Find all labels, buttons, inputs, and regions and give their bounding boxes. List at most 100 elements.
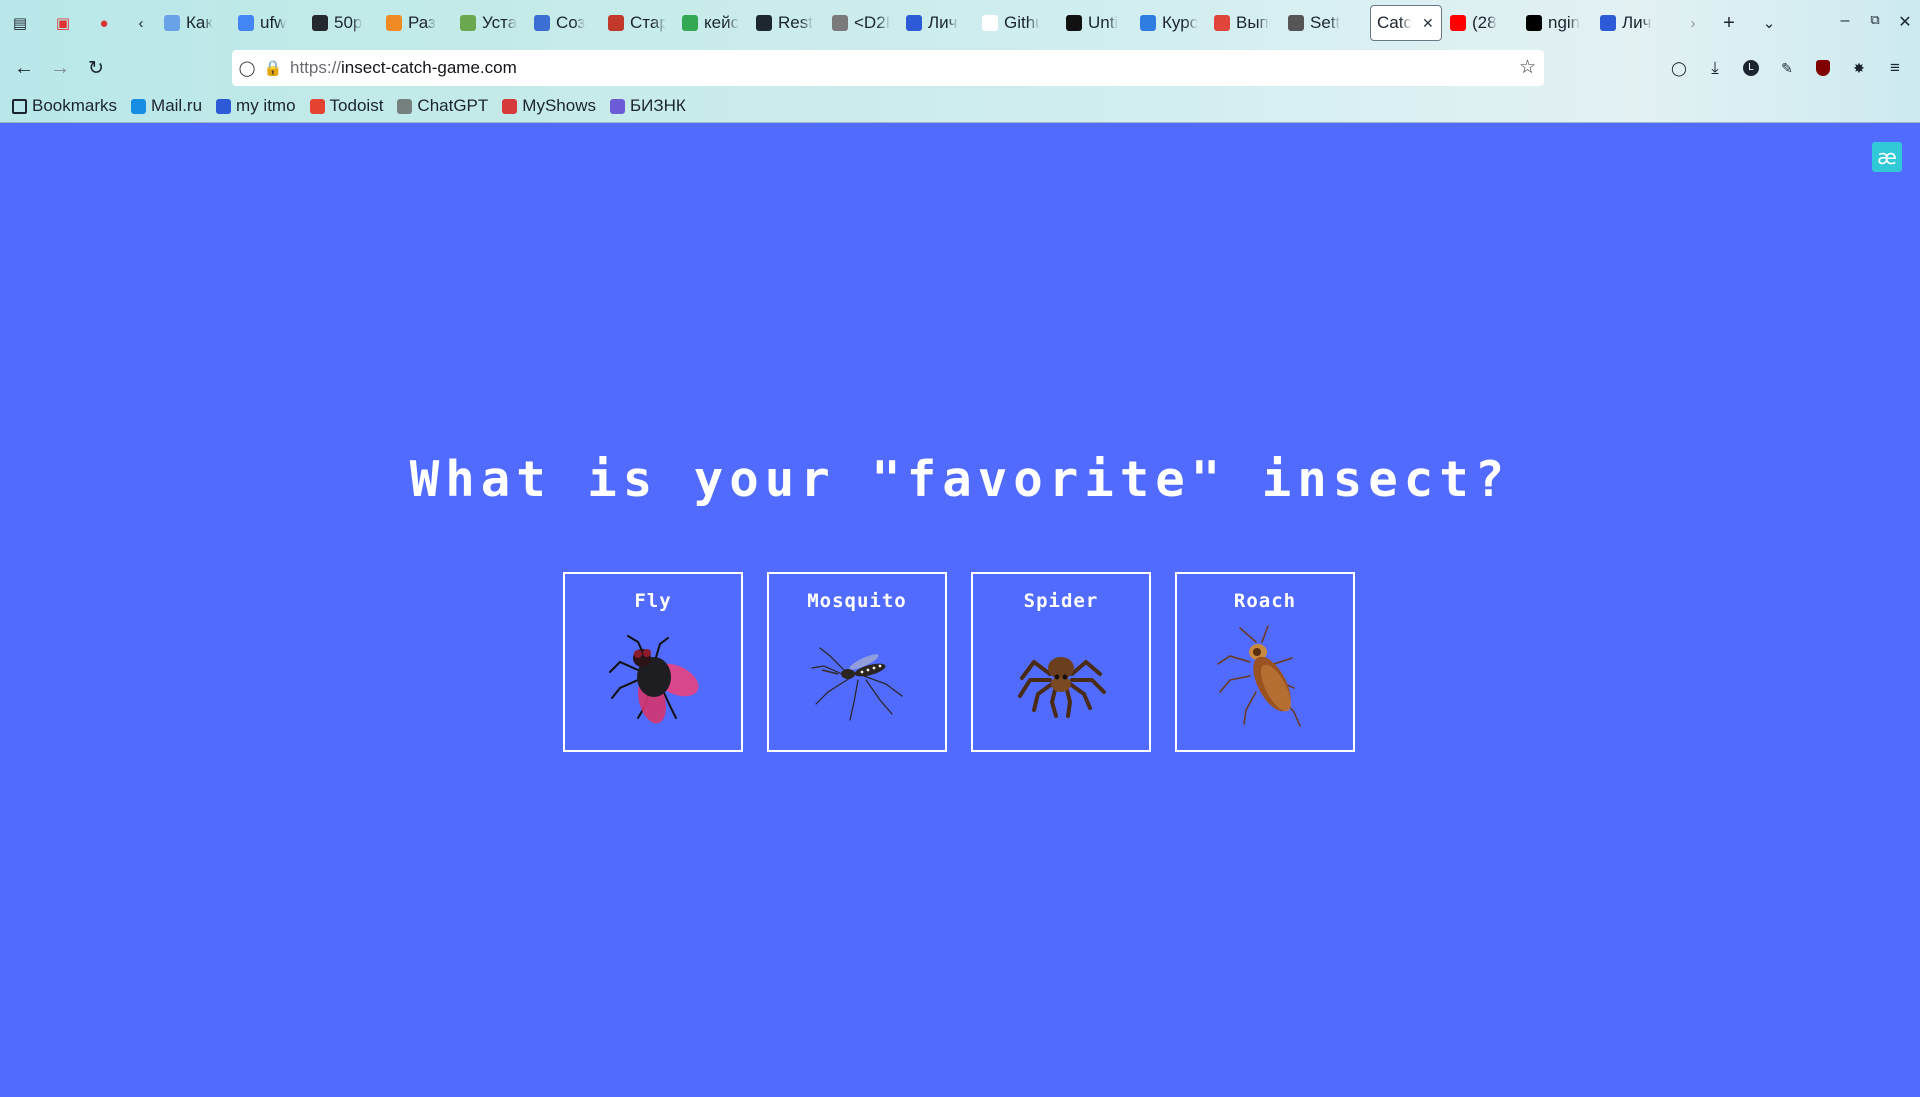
- bookmark-item[interactable]: MyShows: [502, 96, 596, 116]
- tab-label: Лич: [928, 13, 958, 32]
- tab-label: Sett: [1310, 13, 1341, 32]
- tab-label: Catc: [1377, 13, 1412, 32]
- tab-overflow-icon[interactable]: ⌄: [1758, 12, 1780, 34]
- tab-favicon-icon: [238, 15, 254, 31]
- new-tab-icon[interactable]: +: [1718, 12, 1740, 34]
- tab[interactable]: Соз: [528, 8, 598, 38]
- tab-label: Лич: [1622, 13, 1652, 32]
- insect-name: Roach: [1233, 590, 1297, 612]
- tab-bar: ▤ ▣ ● ‹ Как ufw 50p Раз Уста Соз Стар кейс Rest <…: [0, 0, 1920, 46]
- tab-favicon-icon: [1288, 15, 1304, 31]
- scroll-tabs-right-icon[interactable]: ›: [1682, 12, 1704, 34]
- tab-favicon-icon: [1526, 15, 1542, 31]
- tab[interactable]: ufw: [232, 8, 302, 38]
- tab[interactable]: Уста: [454, 8, 524, 38]
- tab[interactable]: кейс: [676, 8, 746, 38]
- tab-label: Unti: [1088, 13, 1119, 32]
- tab-label: Как: [186, 13, 213, 32]
- mosquito-icon: [811, 647, 903, 721]
- url-scheme: https://: [290, 58, 342, 77]
- tab-label: Уста: [482, 13, 518, 32]
- nav-bar: ← → ↻ ◯ 🔒 https://insect-catch-game.com …: [0, 46, 1920, 90]
- tab-favicon-icon: [460, 15, 476, 31]
- bookmark-favicon-icon: [609, 98, 625, 114]
- address-bar[interactable]: ◯ 🔒 https://insect-catch-game.com ☆: [232, 50, 1544, 86]
- tab[interactable]: Лич: [1594, 8, 1664, 38]
- tab[interactable]: Github: [976, 8, 1046, 38]
- restore-icon[interactable]: ⧉: [1864, 12, 1886, 28]
- tab-favicon-icon: [682, 15, 698, 31]
- tab-list-icon[interactable]: ▤: [9, 12, 31, 34]
- bookmark-favicon-icon: [397, 98, 413, 114]
- ublock-icon[interactable]: [1812, 57, 1834, 79]
- tab[interactable]: Вып: [1208, 8, 1278, 38]
- tab-label: Раз: [408, 13, 436, 32]
- tab-label: Вып: [1236, 13, 1269, 32]
- tab-favicon-icon: [756, 15, 772, 31]
- bookmark-label: Bookmarks: [32, 96, 118, 115]
- tab[interactable]: <D2E5: [826, 8, 896, 38]
- tab-active[interactable]: Catc ✕: [1370, 5, 1442, 41]
- back-button[interactable]: ←: [12, 56, 36, 80]
- tab[interactable]: Лич: [900, 8, 970, 38]
- tab[interactable]: Курс: [1134, 8, 1204, 38]
- tab-favicon-icon: [982, 15, 998, 31]
- pinned-tab-icon[interactable]: ▣: [52, 12, 74, 34]
- bookmark-item[interactable]: ChatGPT: [397, 96, 488, 116]
- bookmarks-folder[interactable]: Bookmarks: [12, 96, 117, 116]
- bookmark-item[interactable]: Todoist: [309, 96, 383, 116]
- insect-choices: Fly Mosquito Spider Roach: [563, 572, 1355, 752]
- pocket-icon[interactable]: ◯: [1668, 57, 1690, 79]
- tab[interactable]: Как: [158, 8, 228, 38]
- tab[interactable]: Стар: [602, 8, 672, 38]
- account-icon[interactable]: L: [1740, 57, 1762, 79]
- choose-fly-button[interactable]: Fly: [563, 572, 743, 752]
- tab-favicon-icon: [608, 15, 624, 31]
- tab-favicon-icon: [164, 15, 180, 31]
- choose-roach-button[interactable]: Roach: [1175, 572, 1355, 752]
- extensions-icon[interactable]: ✎: [1776, 57, 1798, 79]
- reload-button[interactable]: ↻: [84, 56, 108, 80]
- bookmark-label: Mail.ru: [151, 96, 203, 115]
- tab[interactable]: 50p: [306, 8, 376, 38]
- forward-button[interactable]: →: [48, 56, 72, 80]
- tab-label: Rest: [778, 13, 813, 32]
- tab-label: Стар: [630, 13, 666, 32]
- scroll-tabs-left-icon[interactable]: ‹: [130, 12, 152, 34]
- tab-label: Соз: [556, 13, 586, 32]
- downloads-icon[interactable]: ⤓: [1704, 57, 1726, 79]
- tab-favicon-icon: [832, 15, 848, 31]
- choose-spider-button[interactable]: Spider: [971, 572, 1151, 752]
- extension-insect-icon[interactable]: ✸: [1848, 57, 1870, 79]
- tab-favicon-icon: [312, 15, 328, 31]
- shield-icon[interactable]: ◯: [236, 57, 258, 79]
- bookmark-item[interactable]: my itmo: [216, 96, 296, 116]
- page-content: æ What is your "favorite" insect? Fly Mo…: [0, 123, 1920, 1097]
- fly-icon: [609, 635, 699, 724]
- menu-icon[interactable]: ≡: [1884, 57, 1906, 79]
- url-text[interactable]: https://insect-catch-game.com: [290, 58, 517, 78]
- choose-mosquito-button[interactable]: Mosquito: [767, 572, 947, 752]
- bookmark-favicon-icon: [216, 98, 232, 114]
- bookmark-item[interactable]: БИЗНК: [609, 96, 686, 116]
- tab[interactable]: Раз: [380, 8, 450, 38]
- close-window-icon[interactable]: ✕: [1894, 12, 1916, 32]
- lock-icon[interactable]: 🔒: [262, 57, 284, 79]
- tab-label: <D2E5: [854, 13, 890, 32]
- close-tab-icon[interactable]: ✕: [1422, 15, 1434, 32]
- bookmark-star-icon[interactable]: ☆: [1519, 56, 1536, 79]
- tab-favicon-icon: [906, 15, 922, 31]
- tab-label: Github: [1004, 13, 1040, 32]
- minimize-icon[interactable]: –: [1834, 12, 1856, 30]
- tab[interactable]: ngin: [1520, 8, 1590, 38]
- tab[interactable]: (28: [1444, 8, 1514, 38]
- bookmark-item[interactable]: Mail.ru: [131, 96, 202, 116]
- tab[interactable]: Rest: [750, 8, 820, 38]
- tab[interactable]: Unti: [1060, 8, 1130, 38]
- tab-favicon-icon: [1600, 15, 1616, 31]
- pinned-tab-icon[interactable]: ●: [93, 12, 115, 34]
- tab-favicon-icon: [1214, 15, 1230, 31]
- extension-badge[interactable]: æ: [1872, 142, 1902, 172]
- tab-label: ufw: [260, 13, 287, 32]
- tab[interactable]: Sett: [1282, 8, 1352, 38]
